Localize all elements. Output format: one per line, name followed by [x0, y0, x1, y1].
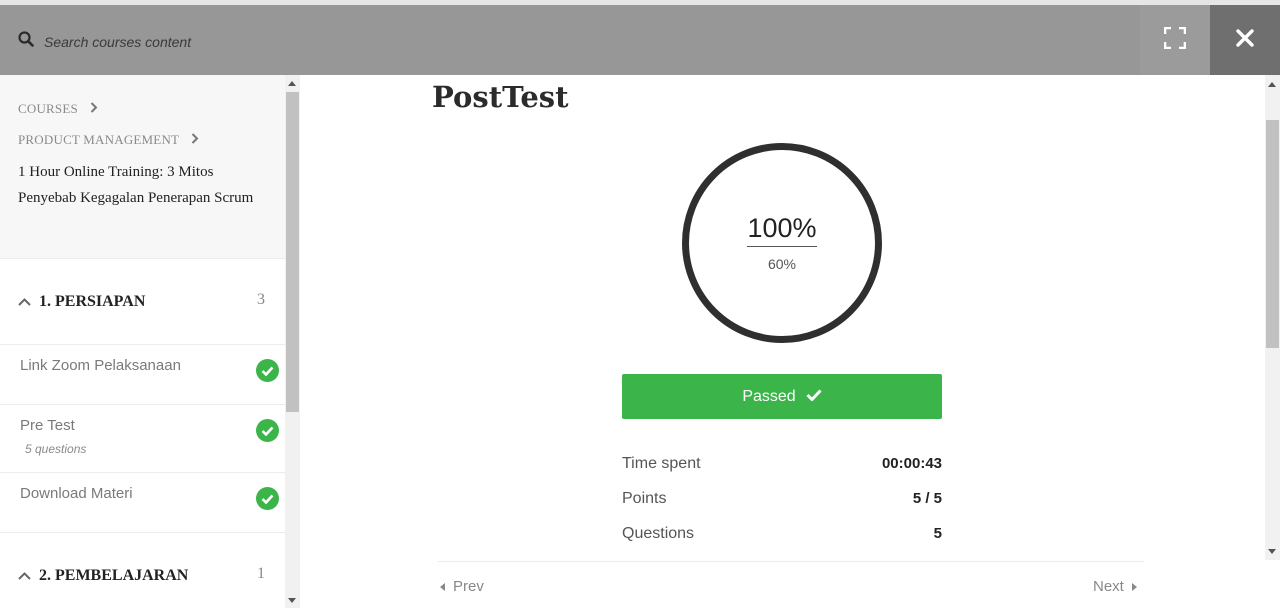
- close-icon: [1236, 28, 1254, 52]
- stat-row: Points 5 / 5: [622, 490, 942, 525]
- section-header-pembelajaran[interactable]: 2. PEMBELAJARAN 1: [0, 533, 285, 608]
- completed-check-icon: [256, 419, 279, 442]
- page-title: PostTest: [432, 80, 569, 114]
- stat-row: Questions 5: [622, 525, 942, 560]
- search-icon[interactable]: [18, 31, 34, 52]
- caret-left-icon: [440, 582, 445, 591]
- lesson-title[interactable]: Download Materi: [20, 485, 285, 502]
- sidebar-scrollbar-thumb[interactable]: [286, 92, 299, 412]
- stat-label: Questions: [622, 525, 695, 542]
- lesson-item[interactable]: Pre Test 5 questions: [0, 405, 285, 473]
- completed-check-icon: [256, 487, 279, 510]
- chevron-up-icon[interactable]: [18, 293, 31, 311]
- stat-label: Points: [622, 490, 667, 507]
- completed-check-icon: [256, 359, 279, 382]
- result-percent: 100%: [747, 213, 817, 247]
- scroll-up-icon[interactable]: [1268, 82, 1276, 87]
- chevron-right-icon: [90, 101, 98, 117]
- prev-label[interactable]: Prev: [453, 578, 484, 595]
- stat-label: Time spent: [622, 455, 701, 472]
- lesson-item[interactable]: Download Materi: [0, 473, 285, 533]
- chevron-up-icon[interactable]: [18, 567, 31, 585]
- breadcrumb-courses-link[interactable]: COURSES: [18, 101, 78, 117]
- lesson-title[interactable]: Pre Test: [20, 417, 285, 434]
- nav-divider: [438, 561, 1144, 562]
- chevron-right-icon: [191, 132, 199, 148]
- next-button[interactable]: Next: [1093, 578, 1137, 595]
- next-label[interactable]: Next: [1093, 578, 1124, 595]
- scroll-down-icon[interactable]: [288, 598, 296, 603]
- course-title: 1 Hour Online Training: 3 Mitos Penyebab…: [18, 164, 254, 206]
- lesson-title[interactable]: Link Zoom Pelaksanaan: [20, 357, 285, 374]
- status-label: Passed: [742, 387, 796, 405]
- section-header-persiapan[interactable]: 1. PERSIAPAN 3: [0, 259, 285, 345]
- fullscreen-button[interactable]: [1140, 5, 1210, 75]
- breadcrumb-category-link[interactable]: PRODUCT MANAGEMENT: [18, 132, 179, 148]
- scroll-up-icon[interactable]: [288, 81, 296, 86]
- section-item-count: 3: [257, 291, 265, 308]
- breadcrumb-courses[interactable]: COURSES: [18, 101, 267, 117]
- result-stats: Time spent 00:00:43 Points 5 / 5 Questio…: [622, 455, 942, 560]
- scroll-down-icon[interactable]: [1268, 549, 1276, 554]
- stat-row: Time spent 00:00:43: [622, 455, 942, 490]
- curriculum-sidebar: COURSES PRODUCT MANAGEMENT 1 Hour Online…: [0, 75, 285, 608]
- breadcrumb: COURSES PRODUCT MANAGEMENT 1 Hour Online…: [0, 75, 285, 259]
- close-button[interactable]: [1210, 5, 1280, 75]
- passing-percent: 60%: [767, 256, 797, 272]
- search-box[interactable]: [18, 31, 444, 52]
- prev-button[interactable]: Prev: [440, 578, 484, 595]
- caret-right-icon: [1131, 582, 1137, 591]
- top-bar: [0, 5, 1280, 75]
- main-content: PostTest 100% 60% Passed Time spent 00:0…: [300, 75, 1265, 608]
- check-icon: [806, 388, 822, 406]
- section-item-count: 1: [257, 565, 265, 582]
- passed-status-button: Passed: [622, 374, 942, 419]
- breadcrumb-category[interactable]: PRODUCT MANAGEMENT: [18, 132, 267, 148]
- stat-value: 5: [933, 525, 942, 542]
- lesson-meta: 5 questions: [25, 442, 87, 456]
- stat-value: 5 / 5: [912, 490, 942, 507]
- fullscreen-icon: [1163, 26, 1187, 54]
- section-label: 2. PEMBELAJARAN: [39, 566, 189, 584]
- stat-value: 00:00:43: [881, 455, 942, 472]
- search-input[interactable]: [44, 33, 444, 50]
- main-scrollbar-thumb[interactable]: [1266, 120, 1279, 348]
- section-label: 1. PERSIAPAN: [39, 292, 146, 310]
- lesson-item[interactable]: Link Zoom Pelaksanaan: [0, 345, 285, 405]
